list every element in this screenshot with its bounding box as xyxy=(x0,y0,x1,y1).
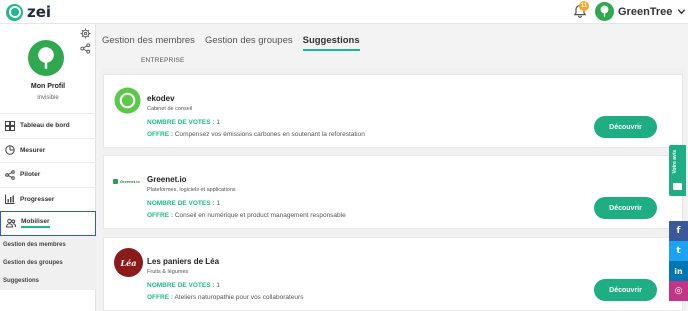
votes-value: 1 xyxy=(216,282,220,289)
logo-icon xyxy=(6,3,23,21)
discover-button[interactable]: Découvrir xyxy=(594,279,657,301)
feedback-label: Votre avis xyxy=(672,150,678,174)
user-menu[interactable]: GreenTree xyxy=(595,2,686,21)
votes-label: NOMBRE DE VOTES : xyxy=(147,282,215,289)
votes-label: NOMBRE DE VOTES : xyxy=(147,200,215,207)
offer-text: Conseil en numérique et product manageme… xyxy=(174,212,346,219)
suggestion-card: Greenet.io Greenet.io Plateformes, logic… xyxy=(103,155,683,229)
card-category: Plateformes, logiciels et applications xyxy=(147,187,236,193)
sidebar-item-label: Piloter xyxy=(20,171,41,179)
top-bar: zei 11 GreenTree xyxy=(0,0,688,24)
user-avatar xyxy=(595,2,614,21)
leaf-icon xyxy=(113,179,118,184)
offer-label: OFFRE : xyxy=(147,294,173,301)
card-category: Cabinet de conseil xyxy=(147,106,193,112)
bar-chart-icon xyxy=(5,194,15,205)
votes-label: NOMBRE DE VOTES : xyxy=(147,119,215,126)
sidebar-item-label: Mobiliser xyxy=(21,218,50,229)
card-title: Les paniers de Léa xyxy=(147,257,220,266)
tab-bar: Gestion des membres Gestion des groupes … xyxy=(102,35,370,51)
ekodev-logo xyxy=(114,87,141,114)
card-title: Greenet.io xyxy=(147,175,187,184)
greenet-logo: Greenet.io xyxy=(113,179,140,184)
sidebar-nav: Tableau de bord Mesurer Piloter Progress… xyxy=(0,113,96,290)
profile-name[interactable]: Mon Profil xyxy=(0,83,96,90)
tab-suggestions[interactable]: Suggestions xyxy=(302,35,360,51)
votes-value: 1 xyxy=(216,200,220,207)
share-nodes-icon xyxy=(5,169,15,180)
offer-text: Compensez vos émissions carbones en sout… xyxy=(174,131,365,138)
grid-icon xyxy=(5,120,15,131)
card-title: ekodev xyxy=(147,94,175,103)
gauge-icon xyxy=(5,145,15,155)
sidebar-item-label: Tableau de bord xyxy=(20,122,70,130)
offer-label: OFFRE : xyxy=(147,131,173,138)
card-category: Fruits & légumes xyxy=(147,269,189,275)
votes-value: 1 xyxy=(216,119,220,126)
instagram-icon[interactable]: ◎ xyxy=(669,281,688,301)
card-votes: NOMBRE DE VOTES : 1 xyxy=(147,200,220,207)
facebook-icon[interactable]: f xyxy=(669,221,688,241)
profile-avatar[interactable] xyxy=(28,40,64,76)
sidebar-subitem-gestion-groupes[interactable]: Gestion des groupes xyxy=(0,254,96,272)
card-votes: NOMBRE DE VOTES : 1 xyxy=(147,282,220,289)
sidebar-item-label: Progresser xyxy=(20,195,55,203)
tree-icon xyxy=(600,5,609,17)
card-offer: OFFRE : Compensez vos émissions carbones… xyxy=(147,131,365,138)
sidebar-subitem-gestion-membres[interactable]: Gestion des membres xyxy=(0,236,96,254)
lea-logo-text: Léa xyxy=(120,257,137,268)
linkedin-icon[interactable]: in xyxy=(669,261,688,281)
chevron-down-icon[interactable] xyxy=(677,7,686,16)
gear-icon[interactable] xyxy=(80,28,91,39)
sidebar-item-label: Mesurer xyxy=(20,146,46,154)
logo-text: zei xyxy=(27,3,52,21)
offer-label: OFFRE : xyxy=(147,212,173,219)
people-icon xyxy=(6,218,16,228)
card-offer: OFFRE : Conseil en numérique et product … xyxy=(147,212,346,219)
tab-gestion-groupes[interactable]: Gestion des groupes xyxy=(205,35,293,51)
section-label: ENTREPRISE xyxy=(141,57,185,64)
notification-badge: 11 xyxy=(579,1,589,11)
card-votes: NOMBRE DE VOTES : 1 xyxy=(147,119,220,126)
paniers-de-lea-logo: Léa xyxy=(114,248,143,277)
tab-gestion-membres[interactable]: Gestion des membres xyxy=(102,35,195,51)
tree-icon xyxy=(38,47,54,69)
sidebar-item-tableau-de-bord[interactable]: Tableau de bord xyxy=(0,113,96,138)
feedback-tab[interactable]: Votre avis xyxy=(669,145,686,196)
sidebar-subnav: Gestion des membres Gestion des groupes … xyxy=(0,235,96,290)
offer-text: Ateliers naturopathie pour vos collabora… xyxy=(174,294,304,301)
discover-button[interactable]: Découvrir xyxy=(594,116,657,138)
envelope-icon xyxy=(673,183,682,190)
card-offer: OFFRE : Ateliers naturopathie pour vos c… xyxy=(147,294,303,301)
share-icon[interactable] xyxy=(80,43,91,54)
sidebar-item-mesurer[interactable]: Mesurer xyxy=(0,137,96,163)
sidebar-subitem-suggestions[interactable]: Suggestions xyxy=(0,272,96,290)
profile-status: invisible xyxy=(37,95,59,101)
sidebar-item-piloter[interactable]: Piloter xyxy=(0,162,96,187)
twitter-icon[interactable]: t xyxy=(669,241,688,261)
greenet-logo-text: Greenet.io xyxy=(120,179,140,184)
user-name: GreenTree xyxy=(618,5,673,18)
zei-logo[interactable]: zei xyxy=(6,3,51,21)
sidebar: Mon Profil invisible Tableau de bord Mes… xyxy=(0,24,96,311)
suggestion-card: Léa Les paniers de Léa Fruits & légumes … xyxy=(103,237,683,311)
suggestion-card: ekodev Cabinet de conseil NOMBRE DE VOTE… xyxy=(103,74,683,148)
sidebar-item-progresser[interactable]: Progresser xyxy=(0,186,96,212)
sidebar-item-mobiliser[interactable]: Mobiliser xyxy=(0,211,96,236)
discover-button[interactable]: Découvrir xyxy=(594,197,657,219)
